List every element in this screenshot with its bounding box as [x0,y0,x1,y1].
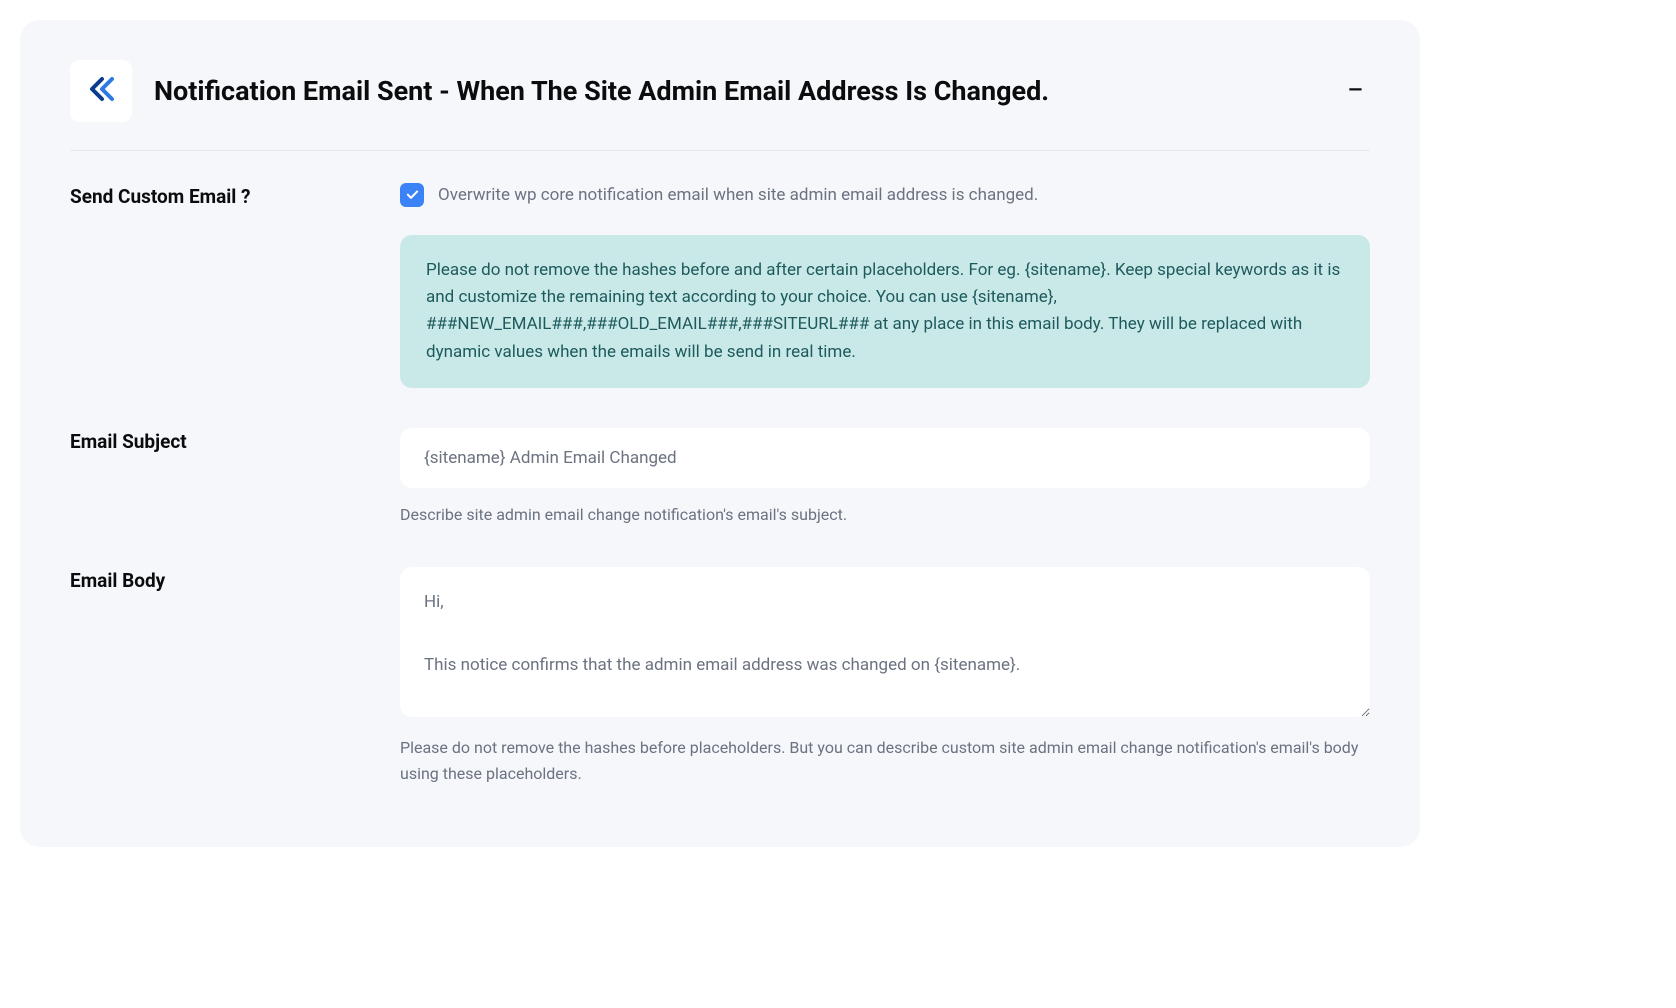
checkbox-row: Overwrite wp core notification email whe… [400,183,1370,207]
field-email-subject: Describe site admin email change notific… [400,428,1370,528]
header-icon-box [70,60,132,122]
placeholder-info-box: Please do not remove the hashes before a… [400,235,1370,388]
row-email-subject: Email Subject Describe site admin email … [70,428,1370,528]
row-send-custom-email: Send Custom Email ? Overwrite wp core no… [70,183,1370,388]
row-email-body: Email Body Please do not remove the hash… [70,567,1370,786]
field-email-body: Please do not remove the hashes before p… [400,567,1370,786]
email-subject-helper: Describe site admin email change notific… [400,502,1370,528]
label-email-subject: Email Subject [70,428,400,453]
minus-icon: − [1347,73,1364,108]
label-send-custom-email: Send Custom Email ? [70,183,400,208]
collapse-button[interactable]: − [1341,72,1370,110]
panel-title: Notification Email Sent - When The Site … [154,75,1319,107]
notification-panel: Notification Email Sent - When The Site … [20,20,1420,847]
double-chevron-left-icon [85,73,117,109]
field-send-custom-email: Overwrite wp core notification email whe… [400,183,1370,388]
overwrite-checkbox-label: Overwrite wp core notification email whe… [438,185,1038,205]
label-email-body: Email Body [70,567,400,592]
email-body-helper: Please do not remove the hashes before p… [400,735,1370,786]
email-body-textarea[interactable] [400,567,1370,717]
check-icon [406,186,419,205]
email-subject-input[interactable] [400,428,1370,488]
panel-header: Notification Email Sent - When The Site … [70,60,1370,151]
overwrite-checkbox[interactable] [400,183,424,207]
